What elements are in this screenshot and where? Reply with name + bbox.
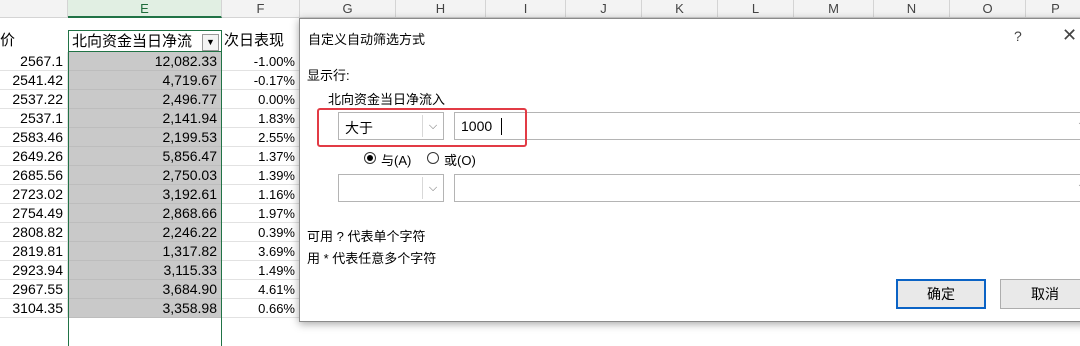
- cell-e[interactable]: 12,082.33: [68, 52, 222, 71]
- cell-e[interactable]: 5,856.47: [68, 147, 222, 166]
- cell-d[interactable]: 2537.1: [0, 109, 68, 128]
- cell-f[interactable]: 2.55%: [222, 128, 300, 147]
- filter-dropdown-icon[interactable]: ▼: [202, 34, 219, 51]
- logic-and-radio[interactable]: [364, 152, 376, 164]
- help-icon[interactable]: ?: [1014, 28, 1022, 44]
- cell-d[interactable]: 2754.49: [0, 204, 68, 223]
- cell-f[interactable]: 1.39%: [222, 166, 300, 185]
- cell-d[interactable]: 2541.42: [0, 71, 68, 90]
- cell-d[interactable]: 2967.55: [0, 280, 68, 299]
- cell-d[interactable]: 2723.02: [0, 185, 68, 204]
- cell-f[interactable]: 0.39%: [222, 223, 300, 242]
- cell-e[interactable]: 2,199.53: [68, 128, 222, 147]
- cell-e[interactable]: 4,719.67: [68, 71, 222, 90]
- header-cell-f[interactable]: 次日表现: [222, 30, 300, 52]
- condition1-value-input[interactable]: 1000 ⌵: [454, 112, 1080, 140]
- cell-d[interactable]: 2819.81: [0, 242, 68, 261]
- header-e-text: 北向资金当日净流: [72, 33, 193, 50]
- column-header-d[interactable]: [0, 0, 68, 18]
- condition2-operator-select[interactable]: ⌵: [338, 174, 444, 202]
- cell-d[interactable]: 2923.94: [0, 261, 68, 280]
- cell-f[interactable]: 1.97%: [222, 204, 300, 223]
- column-header-e[interactable]: E: [68, 0, 222, 18]
- cell-e[interactable]: 3,192.61: [68, 185, 222, 204]
- cell-f[interactable]: 1.16%: [222, 185, 300, 204]
- cell-d[interactable]: 2808.82: [0, 223, 68, 242]
- cancel-button[interactable]: 取消: [1000, 279, 1080, 309]
- cell-e[interactable]: 3,684.90: [68, 280, 222, 299]
- column-header-n[interactable]: N: [874, 0, 950, 18]
- cell-f[interactable]: 0.66%: [222, 299, 300, 318]
- chevron-down-icon[interactable]: ⌵: [422, 177, 443, 199]
- show-rows-label: 显示行:: [307, 68, 350, 83]
- cell-e[interactable]: 2,868.66: [68, 204, 222, 223]
- cell-f[interactable]: 0.00%: [222, 90, 300, 109]
- column-header-h[interactable]: H: [396, 0, 486, 18]
- header-f-text: 次日表现: [224, 32, 285, 49]
- cell-d[interactable]: 2537.22: [0, 90, 68, 109]
- hint-single-char: 可用 ? 代表单个字符: [307, 229, 426, 244]
- column-header-m[interactable]: M: [794, 0, 874, 18]
- cell-f[interactable]: -0.17%: [222, 71, 300, 90]
- column-header-o[interactable]: O: [950, 0, 1026, 18]
- cell-e[interactable]: 1,317.82: [68, 242, 222, 261]
- hint-multi-char: 用 * 代表任意多个字符: [307, 251, 437, 266]
- cell-d[interactable]: 2649.26: [0, 147, 68, 166]
- cell-f[interactable]: -1.00%: [222, 52, 300, 71]
- condition2-value-input[interactable]: ⌵: [454, 174, 1080, 202]
- cell-f[interactable]: 3.69%: [222, 242, 300, 261]
- cell-f[interactable]: 1.37%: [222, 147, 300, 166]
- column-header-l[interactable]: L: [718, 0, 794, 18]
- cell-e[interactable]: 2,496.77: [68, 90, 222, 109]
- column-header-f[interactable]: F: [222, 0, 300, 18]
- close-icon[interactable]: ✕: [1062, 25, 1077, 46]
- dialog-title: 自定义自动筛选方式: [308, 32, 426, 47]
- cell-e[interactable]: 2,750.03: [68, 166, 222, 185]
- cell-e[interactable]: 3,358.98: [68, 299, 222, 318]
- logic-or-label[interactable]: 或(O): [444, 150, 476, 169]
- cell-d[interactable]: 3104.35: [0, 299, 68, 318]
- custom-autofilter-dialog: 自定义自动筛选方式 ? ✕ 显示行: 北向资金当日净流入 大于 ⌵ 1000 ⌵…: [299, 18, 1080, 322]
- cell-e[interactable]: 2,141.94: [68, 109, 222, 128]
- ok-button[interactable]: 确定: [896, 279, 986, 309]
- logic-and-label[interactable]: 与(A): [381, 150, 411, 169]
- column-header-k[interactable]: K: [642, 0, 718, 18]
- header-cell-d[interactable]: 价: [0, 30, 68, 52]
- cell-e[interactable]: 3,115.33: [68, 261, 222, 280]
- header-cell-e[interactable]: 北向资金当日净流 ▼: [68, 30, 222, 52]
- cell-d[interactable]: 2583.46: [0, 128, 68, 147]
- logic-or-radio[interactable]: [427, 152, 439, 164]
- cell-f[interactable]: 1.49%: [222, 261, 300, 280]
- cell-f[interactable]: 4.61%: [222, 280, 300, 299]
- column-header-i[interactable]: I: [486, 0, 566, 18]
- cell-f[interactable]: 1.83%: [222, 109, 300, 128]
- field-name-label: 北向资金当日净流入: [328, 92, 446, 107]
- header-d-text: 价: [0, 32, 16, 49]
- column-header-p[interactable]: P: [1026, 0, 1080, 18]
- column-header-g[interactable]: G: [300, 0, 396, 18]
- cell-e[interactable]: 2,246.22: [68, 223, 222, 242]
- highlight-box: [317, 108, 527, 147]
- column-header-j[interactable]: J: [566, 0, 642, 18]
- cell-d[interactable]: 2567.1: [0, 52, 68, 71]
- cell-d[interactable]: 2685.56: [0, 166, 68, 185]
